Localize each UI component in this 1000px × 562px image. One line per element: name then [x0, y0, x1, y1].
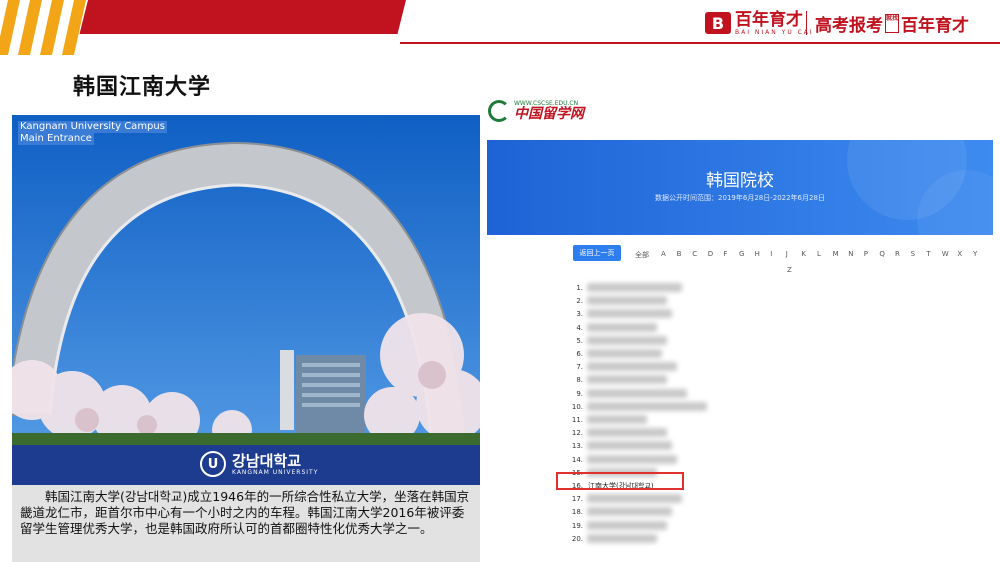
row-number: 18. [571, 508, 583, 517]
campus-entrance-image [12, 115, 480, 485]
blurred-school-name [587, 428, 667, 438]
kangnam-name: 강남대학교 [232, 451, 302, 470]
filter-c[interactable]: C [692, 250, 697, 258]
filter-j[interactable]: J [786, 250, 788, 258]
filter-l[interactable]: L [817, 250, 821, 258]
filter-m[interactable]: M [833, 250, 839, 258]
university-description: 韩国江南大学(강남대학교)成立1946年的一所综合性私立大学，坐落在韩国京畿道龙… [20, 489, 470, 536]
blurred-school-name [587, 507, 672, 517]
cscse-name: 中国留学网 [514, 106, 584, 122]
row-number: 6. [576, 350, 583, 358]
row-number: 2. [576, 297, 583, 306]
header-divider-line [400, 42, 1000, 44]
banner-subtitle: 数据公开时间范围：2019年6月28日-2022年6月28日 [655, 194, 825, 202]
blurred-school-name [587, 454, 677, 464]
filter-a[interactable]: A [661, 250, 666, 258]
cscse-emblem-icon [488, 100, 510, 122]
brand-mark-icon: B [705, 12, 731, 34]
filter-z[interactable]: Z [787, 266, 792, 274]
blurred-school-name [587, 401, 707, 411]
blurred-school-name [587, 349, 662, 358]
highlight-box [556, 472, 684, 490]
page-title: 韩国江南大学 [73, 75, 212, 100]
filter-x[interactable]: X [957, 250, 962, 258]
blurred-school-name [587, 441, 672, 451]
back-button[interactable]: 返回上一页 [573, 245, 621, 261]
campus-photo [12, 115, 480, 485]
blurred-school-name [587, 533, 657, 543]
row-number: 9. [576, 389, 583, 398]
row-number: 19. [571, 521, 583, 530]
row-number: 3. [576, 310, 583, 319]
row-number: 8. [576, 376, 583, 385]
brand-name: 百年育才 [735, 9, 803, 30]
filter-k[interactable]: K [801, 250, 806, 258]
blurred-school-name [587, 322, 657, 332]
caption-line-2: Main Entrance [18, 133, 94, 145]
filter-n[interactable]: N [848, 250, 853, 258]
row-number: 20. [571, 534, 583, 543]
blurred-school-name [587, 335, 667, 345]
filter-t[interactable]: T [926, 250, 930, 258]
filter-q[interactable]: Q [879, 250, 885, 258]
filter-h[interactable]: H [755, 250, 760, 258]
cscse-logo: WWW.CSCSE.EDU.CN 中国留学网 [488, 100, 584, 122]
row-number: 7. [576, 363, 583, 372]
filter-p[interactable]: P [864, 250, 868, 258]
blurred-school-name [587, 309, 672, 319]
filter-g[interactable]: G [739, 250, 744, 258]
banner-title: 韩国院校 [706, 171, 774, 191]
row-number: 5. [576, 336, 583, 345]
slogan-box: 就找 [885, 14, 899, 33]
filter-f[interactable]: F [723, 250, 727, 258]
row-number: 17. [571, 495, 583, 504]
blurred-school-name [587, 283, 682, 292]
photo-caption: Kangnam University Campus Main Entrance [18, 121, 167, 145]
caption-line-1: Kangnam University Campus [18, 121, 167, 133]
row-number: 1. [576, 284, 583, 292]
row-number: 14. [571, 455, 583, 464]
row-number: 10. [571, 402, 583, 411]
blurred-school-name [587, 375, 667, 385]
filter-all[interactable]: 全部 [635, 250, 649, 260]
slogan-right: 百年育才 [901, 16, 969, 36]
kangnam-emblem-icon: U [200, 451, 226, 477]
brand-logo: B 百年育才 BAI NIAN YU CAI [705, 10, 814, 36]
header-slogan: 高考报考 就找 百年育才 [815, 11, 969, 36]
header-red-bar [79, 0, 406, 34]
row-number: 4. [576, 323, 583, 332]
filter-s[interactable]: S [911, 250, 915, 258]
kangnam-sub: KANGNAM UNIVERSITY [232, 468, 319, 476]
filter-r[interactable]: R [895, 250, 900, 258]
filter-d[interactable]: D [708, 250, 713, 258]
blurred-school-name [587, 362, 677, 372]
row-number: 13. [571, 442, 583, 451]
slogan-left: 高考报考 [815, 16, 883, 36]
row-number: 12. [571, 429, 583, 438]
filter-w[interactable]: W [942, 250, 949, 258]
brand-pinyin: BAI NIAN YU CAI [735, 28, 814, 36]
blurred-school-name [587, 415, 647, 424]
filter-y[interactable]: Y [973, 250, 977, 258]
blurred-school-name [587, 296, 667, 306]
filter-b[interactable]: B [677, 250, 682, 258]
kangnam-logo: U 강남대학교 KANGNAM UNIVERSITY [200, 451, 318, 477]
blurred-school-name [587, 520, 667, 530]
blurred-school-name [587, 388, 687, 398]
header-separator [806, 11, 807, 35]
row-number: 11. [571, 416, 583, 424]
blurred-school-name [587, 494, 682, 504]
filter-i[interactable]: I [770, 250, 772, 258]
